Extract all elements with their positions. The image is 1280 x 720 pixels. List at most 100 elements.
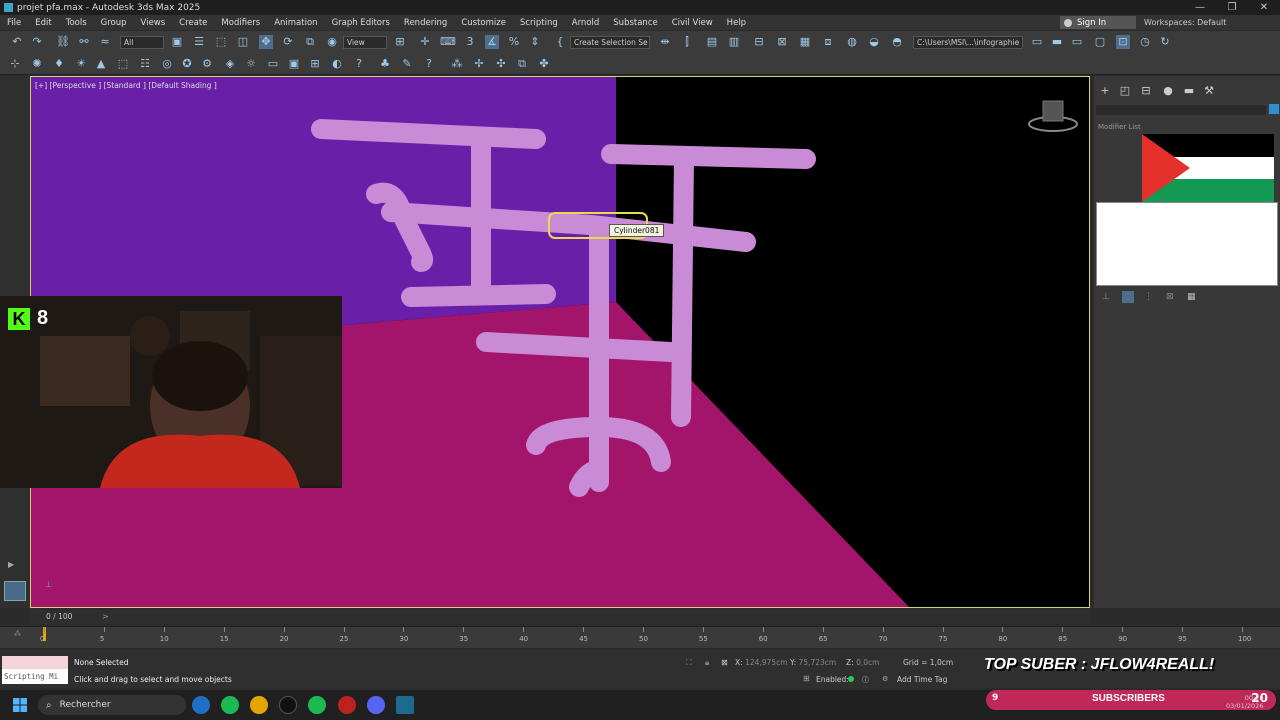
layer-explorer-icon[interactable]: ▤ xyxy=(705,35,719,49)
show-end-result-icon[interactable] xyxy=(1122,291,1134,303)
menu-tools[interactable]: Tools xyxy=(59,18,94,28)
isolate-icon[interactable]: ⛶ xyxy=(686,658,692,668)
project-folder-icon[interactable]: ▭ xyxy=(1030,35,1044,49)
menu-help[interactable]: Help xyxy=(720,18,753,28)
sun-icon[interactable]: ☀ xyxy=(74,57,88,71)
create-tab-icon[interactable]: + xyxy=(1098,84,1112,98)
render-icon[interactable]: ⬚ xyxy=(116,57,130,71)
menu-modifiers[interactable]: Modifiers xyxy=(214,18,267,28)
modifier-stack[interactable] xyxy=(1096,202,1278,286)
particle-icon[interactable]: ⁂ xyxy=(450,57,464,71)
taskbar-search[interactable]: ⌕ Rechercher xyxy=(38,695,186,715)
percent-snap-icon[interactable]: % xyxy=(507,35,521,49)
menu-group[interactable]: Group xyxy=(94,18,134,28)
frame-icon[interactable]: ▭ xyxy=(266,57,280,71)
help-icon[interactable]: ? xyxy=(352,57,366,71)
save-folder-icon[interactable]: ▭ xyxy=(1070,35,1084,49)
system-clock[interactable]: 00:20 03/01/2026 xyxy=(1226,694,1263,710)
hierarchy-tab-icon[interactable]: ⊟ xyxy=(1139,84,1153,98)
target-icon[interactable]: ◎ xyxy=(160,57,174,71)
spin-icon[interactable]: ✪ xyxy=(180,57,194,71)
reference-coord-dropdown[interactable]: View xyxy=(343,36,387,49)
edit-named-selection-icon[interactable]: { xyxy=(553,35,567,49)
bulb-icon[interactable]: ☼ xyxy=(244,57,258,71)
time-tag-icon[interactable]: ⚙ xyxy=(882,675,888,683)
scene-explorer-icon[interactable]: ▢ xyxy=(1093,35,1107,49)
pin-stack-icon[interactable]: ⊥ xyxy=(1102,292,1110,302)
y-coordinate[interactable]: Y: 75,723cm xyxy=(790,658,836,667)
named-selection-dropdown[interactable]: Create Selection Se xyxy=(570,36,650,49)
pin-icon[interactable]: ♦ xyxy=(52,57,66,71)
box-icon[interactable]: ▣ xyxy=(287,57,301,71)
compose-icon[interactable]: ⧉ xyxy=(515,57,529,71)
3dsmax-taskbar-icon[interactable] xyxy=(396,696,414,714)
menu-file[interactable]: File xyxy=(0,18,28,28)
undo-icon[interactable]: ↶ xyxy=(10,35,24,49)
discord-icon[interactable] xyxy=(367,696,385,714)
maxscript-input[interactable] xyxy=(2,656,68,669)
menu-graph-editors[interactable]: Graph Editors xyxy=(325,18,397,28)
maxscript-listener[interactable]: Scripting Mi xyxy=(2,656,68,684)
sign-in-button[interactable]: Sign In xyxy=(1060,16,1136,29)
enabled-indicator-icon[interactable] xyxy=(848,676,854,682)
select-object-icon[interactable]: ▣ xyxy=(170,35,184,49)
collapse-icon[interactable]: ▶ xyxy=(8,560,14,569)
arnold-icon[interactable]: ◈ xyxy=(223,57,237,71)
light-icon[interactable]: ✺ xyxy=(30,57,44,71)
redo-icon[interactable]: ↷ xyxy=(30,35,44,49)
add-time-tag-button[interactable]: Add Time Tag xyxy=(897,675,947,684)
mirror-icon[interactable]: ⇹ xyxy=(658,35,672,49)
unlink-icon[interactable]: ⚯ xyxy=(77,35,91,49)
tiktok-icon[interactable] xyxy=(279,696,297,714)
close-button[interactable]: ✕ xyxy=(1248,0,1280,15)
toggle-ribbon-icon[interactable]: ▥ xyxy=(727,35,741,49)
manipulate-icon[interactable]: ✛ xyxy=(418,35,432,49)
scene-tool-icon[interactable]: ⊹ xyxy=(8,57,22,71)
utilities-tab-icon[interactable]: ⚒ xyxy=(1202,84,1216,98)
object-color-swatch[interactable] xyxy=(1269,104,1279,114)
select-and-place-icon[interactable]: ◉ xyxy=(325,35,339,49)
menu-substance[interactable]: Substance xyxy=(606,18,664,28)
history-icon[interactable]: ◷ xyxy=(1138,35,1152,49)
configure-sets-icon[interactable]: ▦ xyxy=(1187,292,1196,302)
schematic-view-icon[interactable]: ⊠ xyxy=(775,35,789,49)
info-icon[interactable]: ⓘ xyxy=(862,675,869,685)
chrome-icon[interactable] xyxy=(250,696,268,714)
z-coordinate[interactable]: Z: 0,0cm xyxy=(846,658,879,667)
select-and-scale-icon[interactable]: ⧉ xyxy=(303,35,317,49)
edge-icon[interactable] xyxy=(192,696,210,714)
modifier-list-dropdown[interactable]: Modifier List xyxy=(1098,123,1141,131)
maximize-button[interactable]: ❐ xyxy=(1216,0,1248,15)
tree-icon[interactable]: ♣ xyxy=(378,57,392,71)
viewport-layout-icon[interactable]: ⊡ xyxy=(1116,35,1130,49)
adaptive-degradation-icon[interactable]: ⊞ xyxy=(803,674,810,683)
render-production-icon[interactable]: ◒ xyxy=(867,35,881,49)
menu-animation[interactable]: Animation xyxy=(267,18,324,28)
time-slider[interactable]: 0 / 100 > xyxy=(30,610,1090,624)
material-editor-icon[interactable]: ▦ xyxy=(798,35,812,49)
object-name-field[interactable] xyxy=(1096,105,1266,115)
select-by-name-icon[interactable]: ☰ xyxy=(192,35,206,49)
curve-editor-icon[interactable]: ⊟ xyxy=(752,35,766,49)
angle-snap-icon[interactable]: ∡ xyxy=(485,35,499,49)
spotify-icon[interactable] xyxy=(221,696,239,714)
display-tab-icon[interactable]: ▬ xyxy=(1182,84,1196,98)
menu-civil-view[interactable]: Civil View xyxy=(665,18,720,28)
selection-filter-dropdown[interactable]: All xyxy=(120,36,164,49)
biped-icon[interactable]: ✤ xyxy=(537,57,551,71)
grid-icon[interactable]: ⊞ xyxy=(308,57,322,71)
make-unique-icon[interactable]: ⋮ xyxy=(1144,292,1153,302)
link-icon[interactable]: ⛓ xyxy=(56,35,70,49)
window-crossing-icon[interactable]: ◫ xyxy=(236,35,250,49)
open-folder-icon[interactable]: ▬ xyxy=(1050,35,1064,49)
keyboard-shortcut-icon[interactable]: ⌨ xyxy=(440,35,456,49)
menu-scripting[interactable]: Scripting xyxy=(513,18,565,28)
menu-rendering[interactable]: Rendering xyxy=(397,18,454,28)
viewport-switch-icon[interactable] xyxy=(4,581,26,601)
windows-start-icon[interactable] xyxy=(13,698,27,712)
project-path-dropdown[interactable]: C:\Users\MSI\...\infographie xyxy=(913,36,1023,49)
menu-create[interactable]: Create xyxy=(172,18,214,28)
bones-icon[interactable]: ✢ xyxy=(472,57,486,71)
eye-icon[interactable]: ◐ xyxy=(330,57,344,71)
maxscript-output[interactable]: Scripting Mi xyxy=(2,669,68,684)
